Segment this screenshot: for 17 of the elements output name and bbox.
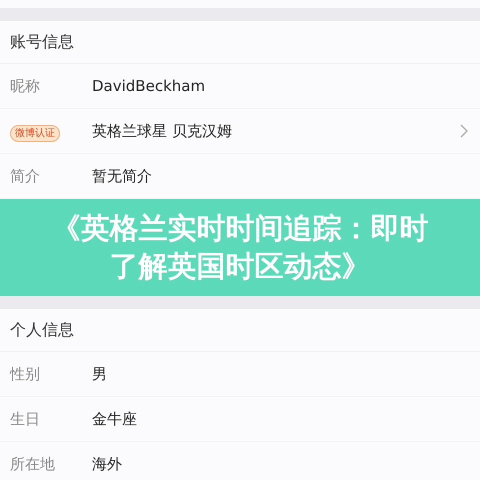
field-label: 所在地: [10, 454, 55, 473]
field-value: 英格兰球星 贝克汉姆: [92, 122, 232, 140]
field-value: 暂无简介: [92, 166, 152, 185]
chevron-icon[interactable]: [460, 124, 468, 138]
field-label: 简介: [10, 166, 40, 185]
banner-title: 《英格兰实时时间追踪：即时: [52, 210, 428, 247]
field-value: DavidBeckham: [92, 76, 206, 95]
section-title: 个人信息: [10, 319, 74, 341]
field-value: 男: [92, 364, 107, 383]
field-value: 金牛座: [92, 410, 137, 428]
field-label: 昵称: [10, 76, 40, 95]
verified-badge: 微博认证: [10, 124, 60, 142]
field-label: 性别: [10, 364, 40, 383]
section-title: 账号信息: [10, 31, 74, 53]
field-label: 生日: [10, 410, 40, 428]
banner-title: 了解英国时区动态》: [110, 248, 370, 284]
field-value: 海外: [92, 454, 122, 473]
